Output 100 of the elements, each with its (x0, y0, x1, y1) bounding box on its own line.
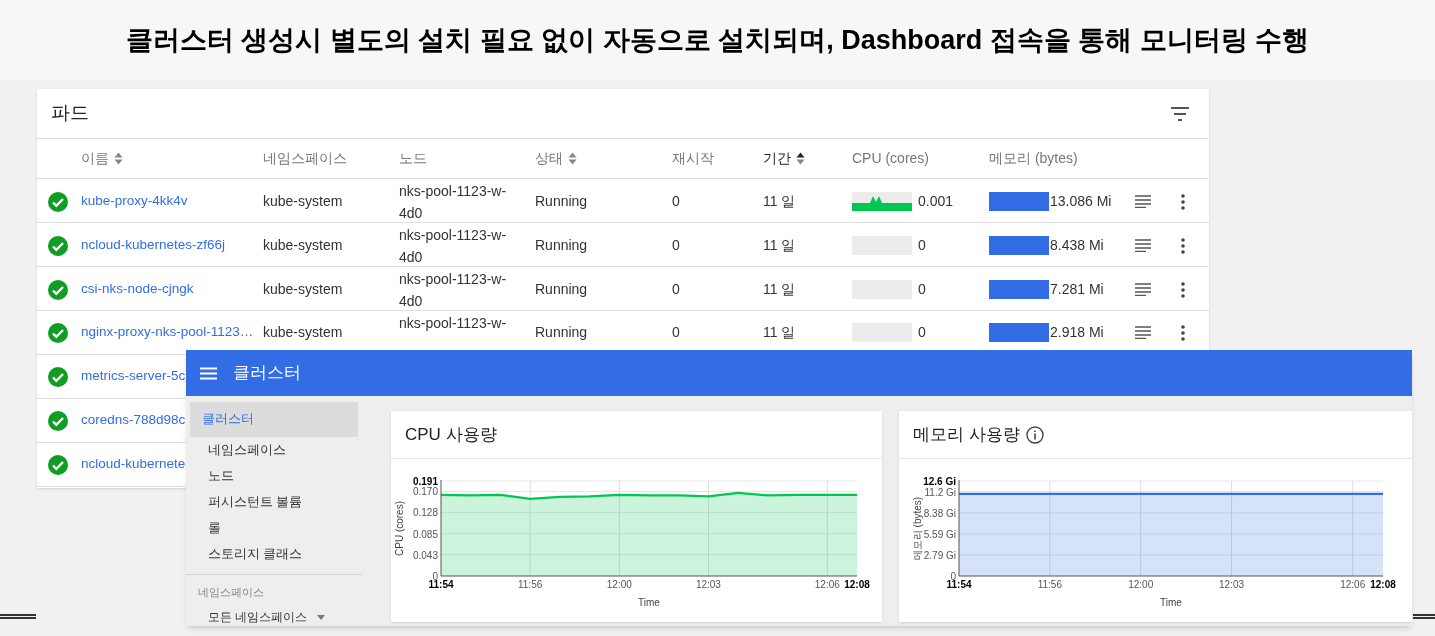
table-cell-text: Running (535, 236, 588, 255)
table-cell-text: Running (535, 192, 588, 211)
pod-link[interactable]: ncloud-kubernete (81, 454, 186, 475)
panel-title: 파드 (51, 101, 89, 126)
app-title: 클러스터 (233, 362, 301, 385)
axis-tick-label: 0.170 (412, 486, 438, 498)
more-icon[interactable] (1181, 281, 1185, 298)
axis-tick-label: 12:08 (844, 579, 870, 590)
table-cell-text: 8.438 Mi (1050, 236, 1105, 255)
table-cell-text: Running (535, 323, 588, 342)
axis-tick-label: 12.6 Gi (923, 476, 956, 487)
table-cell-text: 0 (918, 236, 926, 255)
table-cell-text: 11 일 (763, 192, 796, 211)
axis-tick-label: 2.79 Gi (923, 549, 956, 561)
table-cell-text: 7.281 Mi (1050, 280, 1105, 299)
axis-tick-label: 11:54 (946, 579, 972, 590)
axis-tick-label: 0.043 (412, 549, 438, 561)
column-header[interactable]: 기간 (763, 148, 791, 169)
pod-link[interactable]: nginx-proxy-nks-pool-1123… (81, 322, 254, 343)
table-cell-text: kube-system (263, 280, 343, 299)
axis-tick-label: 12:00 (606, 579, 632, 590)
pod-link[interactable]: ncloud-kubernetes-zf66j (81, 235, 226, 256)
axis-tick-label: 0.128 (412, 507, 438, 519)
logs-icon[interactable] (1135, 239, 1151, 252)
axis-tick-label: 11:56 (518, 579, 543, 590)
axis-title: 메모리 (bytes) (912, 496, 923, 561)
column-header: 메모리 (bytes) (989, 149, 1078, 168)
table-cell-text: 11 일 (763, 236, 796, 255)
table-cell-text: 0 (672, 236, 680, 255)
column-header: 노드 (399, 149, 427, 168)
filter-icon[interactable] (1170, 106, 1190, 121)
info-icon[interactable] (1025, 425, 1044, 444)
pod-link[interactable]: csi-nks-node-cjngk (81, 279, 194, 300)
table-cell-text: 11 일 (763, 280, 796, 299)
column-header[interactable]: 상태 (535, 148, 563, 169)
table-cell-text: 0 (672, 323, 680, 342)
axis-title: Time (638, 597, 660, 608)
card-title: CPU 사용량 (405, 423, 497, 446)
slide-rule (0, 614, 36, 619)
axis-tick-label: 5.59 Gi (923, 528, 956, 540)
memory-sparkline (989, 323, 1049, 342)
slide-title: 클러스터 생성시 별도의 설치 필요 없이 자동으로 설치되며, Dashboard 접속을 통해 모니터링 수행 (125, 23, 1310, 57)
axis-tick-label: 12:06 (1340, 579, 1366, 590)
card-title: 메모리 사용량 (913, 423, 1020, 446)
nav-item[interactable]: 롤 (186, 515, 362, 541)
axis-tick-label: 11.2 Gi (924, 486, 956, 498)
column-header: 재시작 (672, 149, 714, 168)
axis-title: CPU (cores) (394, 501, 405, 556)
column-header: 네임스페이스 (263, 149, 347, 168)
axis-tick-label: 11:54 (428, 579, 454, 590)
axis-tick-label: 8.38 Gi (923, 507, 956, 519)
namespace-select[interactable]: 모든 네임스페이스 (208, 608, 336, 626)
axis-tick-label: 12:00 (1128, 579, 1154, 590)
axis-tick-label: 0.191 (412, 476, 438, 487)
axis-tick-label: 0.085 (412, 528, 438, 540)
table-cell-text: 0 (918, 323, 926, 342)
memory-sparkline (989, 192, 1049, 211)
axis-tick-label: 0 (950, 571, 956, 582)
axis-tick-label: 0 (432, 571, 438, 582)
menu-icon[interactable] (200, 366, 217, 380)
nav-item[interactable]: 클러스터 (190, 402, 358, 437)
column-header[interactable]: 이름 (81, 148, 109, 169)
more-icon[interactable] (1181, 324, 1185, 341)
memory-sparkline (989, 280, 1049, 299)
logs-icon[interactable] (1135, 283, 1151, 296)
table-cell-text: kube-system (263, 323, 343, 342)
nav-item[interactable]: 네임스페이스 (186, 437, 362, 463)
sort-icon[interactable] (796, 152, 805, 165)
pod-link[interactable]: coredns-788d98c (81, 410, 186, 431)
pod-link[interactable]: kube-proxy-4kk4v (81, 191, 188, 212)
axis-tick-label: 11:56 (1037, 579, 1062, 590)
axis-tick-label: 12:03 (695, 579, 721, 590)
logs-icon[interactable] (1135, 326, 1151, 339)
table-cell-text: 11 일 (763, 323, 796, 342)
column-header: CPU (cores) (852, 149, 929, 168)
table-cell-text: 0 (672, 192, 680, 211)
table-cell-text: 0 (918, 280, 926, 299)
table-cell-text: nks-pool-1123-w- (399, 314, 508, 333)
table-cell-text: kube-system (263, 236, 343, 255)
more-icon[interactable] (1181, 193, 1185, 210)
table-cell-text: Running (535, 280, 588, 299)
memory-sparkline (989, 236, 1049, 255)
section-label: 네임스페이스 (197, 585, 265, 600)
table-cell-text: 0 (672, 280, 680, 299)
logs-icon[interactable] (1135, 195, 1151, 208)
more-icon[interactable] (1181, 237, 1185, 254)
nav-item[interactable]: 노드 (186, 463, 362, 489)
axis-tick-label: 12:06 (814, 579, 840, 590)
table-cell-text: 2.918 Mi (1050, 323, 1105, 342)
nav-item[interactable]: 스토리지 클래스 (186, 541, 362, 567)
pod-link[interactable]: metrics-server-5c (81, 366, 186, 387)
table-cell-text: 13.086 Mi (1050, 192, 1113, 211)
axis-tick-label: 12:03 (1219, 579, 1245, 590)
table-cell-text: 0.001 (918, 192, 954, 211)
caret-icon (317, 614, 326, 620)
table-cell-text: kube-system (263, 192, 343, 211)
axis-title: Time (1160, 597, 1182, 608)
nav-item[interactable]: 퍼시스턴트 볼륨 (186, 489, 362, 515)
axis-tick-label: 12:08 (1370, 579, 1396, 590)
slide-rule (1413, 614, 1435, 619)
